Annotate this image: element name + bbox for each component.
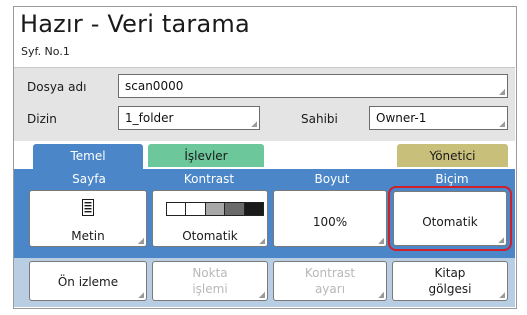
owner-label: Sahibi — [301, 112, 338, 126]
file-name-field[interactable]: scan0000 — [118, 74, 508, 98]
page-column-header: Sayfa — [72, 172, 106, 186]
document-text-icon — [82, 199, 94, 216]
page-number: Syf. No.1 — [21, 45, 70, 58]
dot-processing-button[interactable]: Nokta işlemi — [152, 261, 268, 301]
format-column-header: Biçim — [435, 172, 469, 186]
dot-processing-label-line1: Nokta — [192, 266, 228, 280]
directory-field[interactable]: 1_folder — [118, 106, 260, 130]
book-shadow-button[interactable]: Kitap gölgesi — [392, 261, 508, 301]
contrast-adjust-button[interactable]: Kontrast ayarı — [273, 261, 387, 301]
dot-processing-label-line2: işlemi — [192, 282, 228, 296]
page-type-button[interactable]: Metin — [29, 190, 147, 247]
tab-admin[interactable]: Yönetici — [397, 144, 508, 167]
contrast-button[interactable]: Otomatik — [152, 190, 268, 247]
tab-functions[interactable]: İşlevler — [148, 144, 264, 167]
contrast-column-header: Kontrast — [183, 172, 235, 186]
size-column-header: Boyut — [314, 172, 350, 186]
format-value: Otomatik — [422, 215, 478, 229]
format-button[interactable]: Otomatik — [388, 186, 512, 251]
directory-label: Dizin — [27, 112, 57, 126]
size-value: 100% — [312, 215, 348, 229]
page-type-value: Metin — [71, 229, 105, 243]
size-button[interactable]: 100% — [273, 190, 387, 247]
contrast-value: Otomatik — [182, 229, 238, 243]
book-shadow-label-line1: Kitap — [434, 266, 466, 280]
page-title: Hazır - Veri tarama — [20, 10, 250, 38]
contrast-adjust-label-line1: Kontrast — [304, 266, 356, 280]
contrast-scale-icon — [166, 202, 264, 216]
owner-field[interactable]: Owner-1 — [369, 106, 508, 130]
tab-basic[interactable]: Temel — [33, 144, 143, 170]
book-shadow-label-line2: gölgesi — [428, 282, 472, 296]
contrast-adjust-label-line2: ayarı — [314, 282, 346, 296]
preview-button[interactable]: Ön izleme — [29, 261, 147, 301]
preview-label: Ön izleme — [57, 275, 119, 289]
file-name-label: Dosya adı — [27, 80, 87, 94]
